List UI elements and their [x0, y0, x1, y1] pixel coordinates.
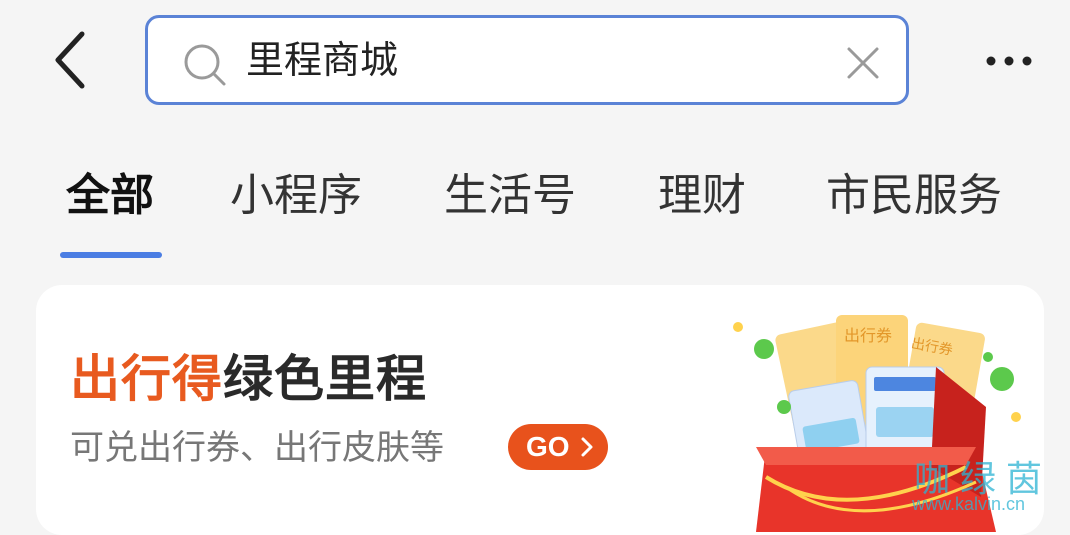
active-tab-indicator [60, 252, 162, 258]
more-horizontal-icon [986, 56, 1032, 66]
category-tabs: 全部 小程序 生活号 理财 市民服务 [0, 160, 1070, 270]
banner-title-rest: 绿色里程 [223, 350, 427, 408]
coupon-label-1: 出行券 [844, 326, 892, 345]
banner-title-highlight: 出行得 [70, 350, 223, 408]
tab-citizen-services[interactable]: 市民服务 [826, 168, 1002, 224]
banner-subtitle: 可兑出行券、出行皮肤等 [70, 428, 444, 468]
tab-lifestyle-accounts[interactable]: 生活号 [444, 168, 576, 224]
close-icon[interactable] [846, 46, 880, 80]
green-mileage-banner[interactable]: 出行得绿色里程 可兑出行券、出行皮肤等 GO 出行券 出行券 [36, 285, 1044, 535]
search-icon [184, 44, 226, 86]
go-button-label: GO [526, 431, 570, 462]
tab-mini-programs[interactable]: 小程序 [230, 168, 362, 224]
search-input[interactable] [246, 32, 806, 88]
banner-title: 出行得绿色里程 [70, 347, 427, 411]
more-button[interactable] [984, 44, 1034, 78]
watermark: 咖绿茵 www.kalvin.cn [906, 450, 1066, 520]
chevron-right-icon [581, 437, 593, 457]
go-button[interactable]: GO [508, 424, 608, 470]
tab-all[interactable]: 全部 [66, 168, 154, 224]
tab-finance[interactable]: 理财 [658, 168, 746, 224]
search-box[interactable] [145, 15, 909, 105]
back-button[interactable] [44, 28, 104, 92]
chevron-left-icon [55, 31, 85, 89]
watermark-url: www.kalvin.cn [912, 494, 1026, 514]
